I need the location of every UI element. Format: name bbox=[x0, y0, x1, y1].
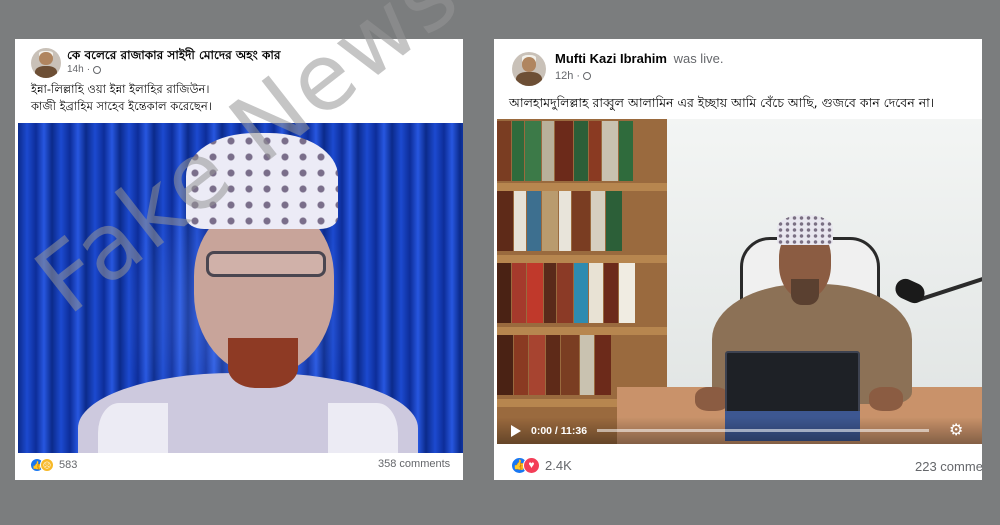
beard bbox=[791, 279, 819, 305]
live-video[interactable] bbox=[497, 119, 982, 444]
reaction-count: 583 bbox=[59, 459, 78, 471]
video-controls: 0:00 / 11:36 ⚙ bbox=[497, 417, 982, 444]
post-text: ইন্না-লিল্লাহি ওয়া ইন্না ইলাহির রাজিউন।… bbox=[31, 81, 212, 115]
post-text-line: কাজী ইব্রাহিম সাহেব ইন্তেকাল করেছেন। bbox=[31, 99, 212, 113]
post-timestamp[interactable]: 12h · bbox=[555, 70, 592, 82]
page-name-line: Mufti Kazi Ibrahim was live. bbox=[555, 51, 723, 66]
sad-reaction-icon: ☹ bbox=[40, 458, 54, 472]
page-avatar[interactable] bbox=[31, 48, 61, 78]
reaction-summary[interactable]: 👍 ☹ 583 bbox=[30, 458, 77, 472]
post-time[interactable]: 12h bbox=[555, 70, 573, 82]
post-time[interactable]: 14h bbox=[67, 64, 84, 75]
video-time: 0:00 / 11:36 bbox=[531, 424, 588, 437]
reaction-summary[interactable]: 👍 ♥ 2.4K bbox=[511, 457, 572, 474]
gear-icon[interactable]: ⚙ bbox=[949, 422, 963, 439]
post-text: আলহামদুলিল্লাহ রাব্বুল আলামিন এর ইচ্ছায়… bbox=[509, 95, 935, 110]
post-text-line: ইন্না-লিল্লাহি ওয়া ইন্না ইলাহির রাজিউন। bbox=[31, 82, 210, 96]
comments-count[interactable]: 223 comments bbox=[915, 459, 982, 474]
love-reaction-icon: ♥ bbox=[523, 457, 540, 474]
prayer-cap bbox=[777, 215, 833, 245]
globe-icon bbox=[583, 72, 592, 80]
tablet bbox=[725, 351, 860, 416]
comments-count[interactable]: 358 comments bbox=[378, 458, 450, 470]
glasses bbox=[206, 251, 326, 277]
video-progress-bar[interactable] bbox=[597, 429, 930, 432]
globe-icon bbox=[93, 65, 102, 74]
left-hand bbox=[695, 387, 729, 411]
play-icon[interactable] bbox=[511, 424, 521, 437]
page-name[interactable]: Mufti Kazi Ibrahim bbox=[555, 51, 667, 66]
live-status: was live. bbox=[673, 51, 724, 66]
beard bbox=[228, 338, 298, 388]
page-avatar[interactable] bbox=[512, 52, 546, 86]
reaction-count: 2.4K bbox=[545, 458, 572, 473]
post-card-live: Mufti Kazi Ibrahim was live. 12h · আলহাম… bbox=[494, 39, 982, 480]
right-hand bbox=[869, 387, 903, 411]
post-timestamp[interactable]: 14h · bbox=[67, 64, 102, 75]
